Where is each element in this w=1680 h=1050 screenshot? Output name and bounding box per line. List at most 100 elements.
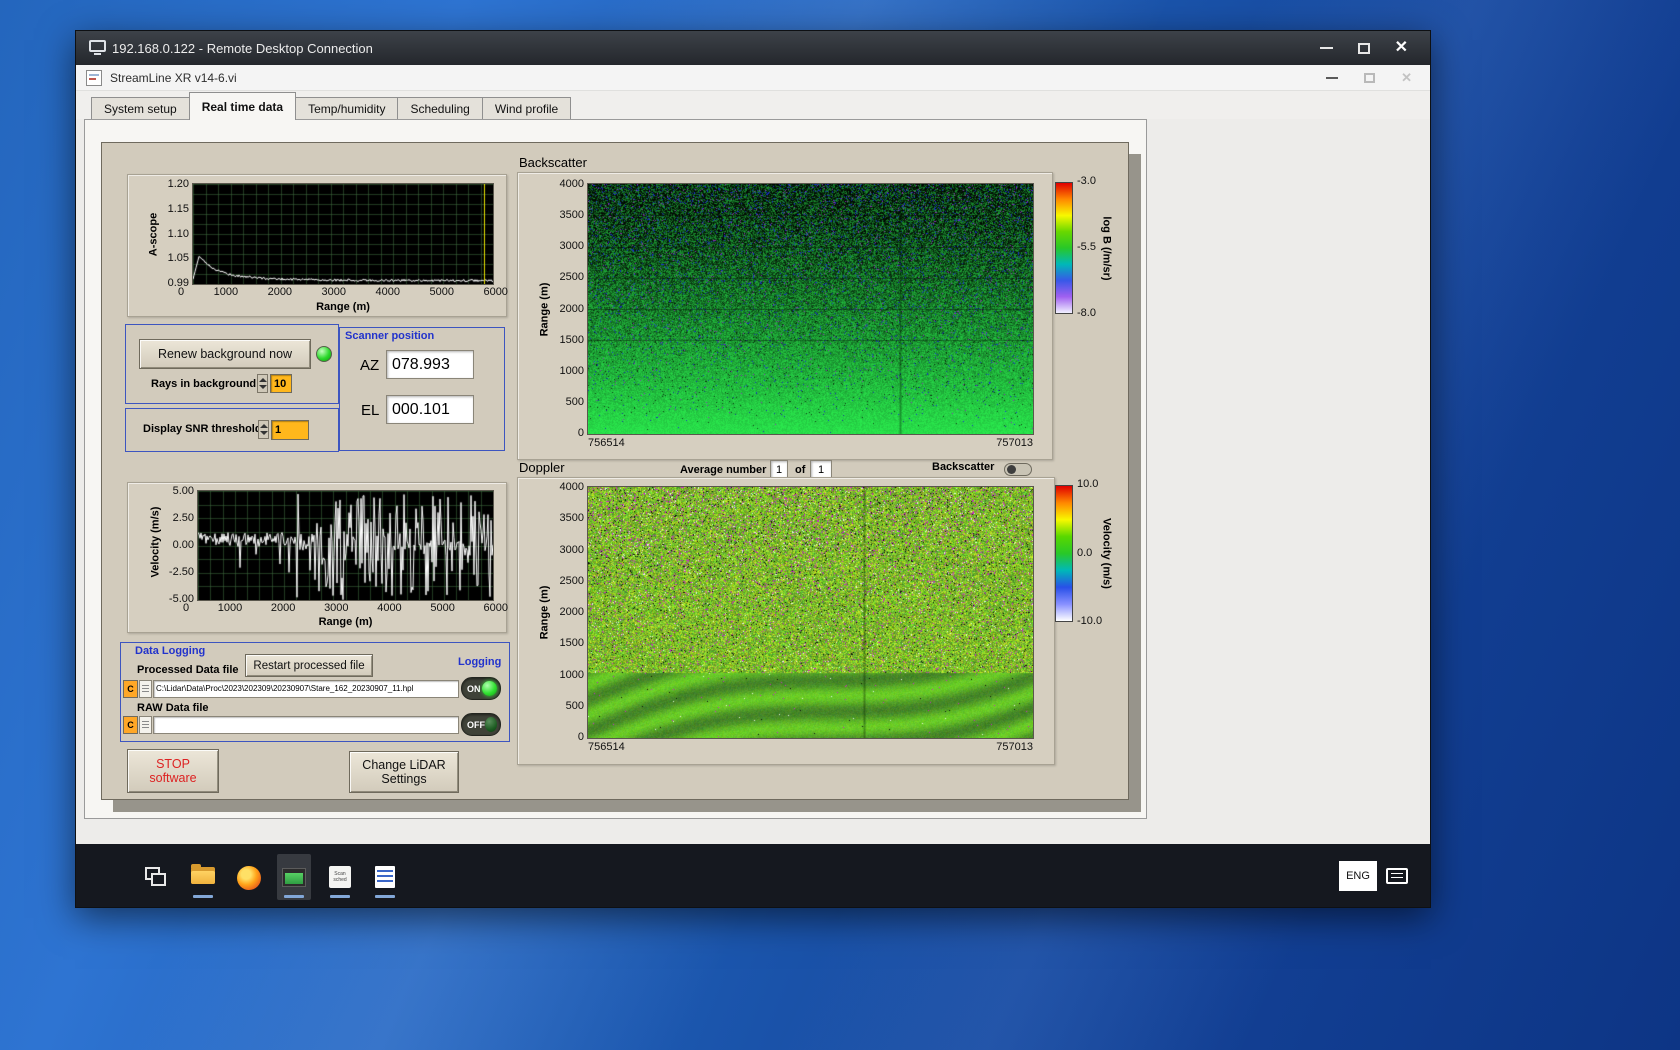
tick-label: 500: [565, 699, 584, 712]
snr-value-field[interactable]: 1: [271, 420, 309, 440]
tab-real-time-data[interactable]: Real time data: [188, 92, 297, 120]
change-button-line2: Settings: [381, 772, 427, 786]
raw-path-browse-icon[interactable]: [139, 716, 152, 734]
tick-label: 2500: [559, 271, 584, 284]
backscatter-plot-area: [587, 183, 1034, 435]
scanner-position-box: Scanner position AZ 078.993 EL 000.101: [339, 327, 505, 451]
tab-wind-profile[interactable]: Wind profile: [481, 97, 572, 119]
task-view-icon[interactable]: [139, 854, 173, 900]
rdp-titlebar[interactable]: 192.168.0.122 - Remote Desktop Connectio…: [76, 31, 1430, 65]
document-glyph: [375, 866, 395, 888]
rays-spinner[interactable]: [257, 374, 268, 393]
elevation-label: EL: [361, 402, 380, 419]
restart-processed-file-button[interactable]: Restart processed file: [245, 654, 373, 677]
tick-label: 4000: [377, 602, 402, 614]
raw-path-field[interactable]: [153, 716, 459, 734]
doppler-plot-area: [587, 486, 1034, 739]
processed-path-browse-icon[interactable]: [139, 680, 152, 698]
tick-label: -3.0: [1077, 175, 1096, 187]
backscatter-colorbar-label: log B (/m/sr): [1100, 216, 1113, 281]
minimize-icon[interactable]: [1319, 47, 1333, 49]
of-label: of: [795, 464, 806, 476]
tick-label: 0: [577, 427, 584, 439]
app-maximize-icon[interactable]: [1364, 73, 1376, 83]
tick-label: -10.0: [1077, 615, 1103, 627]
snr-spinner[interactable]: [258, 420, 269, 439]
firefox-icon[interactable]: [232, 854, 266, 900]
change-button-line1: Change LiDAR: [362, 758, 446, 772]
app-minimize-icon[interactable]: [1326, 77, 1339, 79]
streamline-app-window: StreamLine XR v14-6.vi ✕ System setup Re…: [76, 65, 1430, 907]
tick-label: -5.5: [1077, 241, 1096, 253]
firefox-logo-shape: [237, 866, 261, 890]
rays-in-background-label: Rays in background: [151, 378, 257, 390]
off-switch-knob: [485, 717, 497, 732]
average-number-label: Average number: [680, 464, 767, 476]
processed-drive-letter[interactable]: C: [123, 680, 138, 698]
tab-scheduling[interactable]: Scheduling: [397, 97, 483, 119]
stop-software-button[interactable]: STOP software: [127, 749, 219, 793]
rays-value-field[interactable]: 10: [270, 374, 292, 393]
notification-icon[interactable]: [1386, 868, 1408, 884]
tick-label: 3000: [321, 286, 347, 298]
backscatter-toggle-switch[interactable]: [1004, 463, 1032, 476]
tick-label: 757013: [996, 741, 1033, 753]
processed-path-field[interactable]: C:\Lidar\Data\Proc\2023\202309\20230907\…: [153, 680, 459, 698]
tick-label: 4000: [559, 481, 584, 493]
tab-system-setup[interactable]: System setup: [91, 97, 190, 119]
tick-label: 0: [577, 731, 584, 743]
raw-logging-switch[interactable]: OFF: [461, 713, 501, 736]
azimuth-label: AZ: [360, 357, 380, 374]
tick-label: 3500: [559, 512, 584, 525]
tab-temp-humidity[interactable]: Temp/humidity: [295, 97, 399, 119]
language-indicator[interactable]: ENG: [1339, 861, 1377, 891]
tick-label: 1500: [559, 637, 584, 650]
desktop-background: 192.168.0.122 - Remote Desktop Connectio…: [0, 0, 1680, 1050]
app-caption-buttons: ✕: [1326, 65, 1412, 91]
velocity-graph: Velocity (m/s) 5.00 2.50 0.00 -2.50 -5.00 01…: [127, 482, 508, 633]
backscatter-toggle-label: Backscatter: [932, 461, 995, 473]
maximize-icon[interactable]: [1357, 42, 1370, 54]
tick-label: 3500: [559, 209, 584, 222]
tick-label: 3000: [559, 543, 584, 556]
raw-data-file-label: RAW Data file: [137, 702, 209, 714]
backscatter-y-ticks: 4000 3500 3000 2500 2000 1500 1000 500 0: [538, 179, 584, 439]
tick-label: 6000: [483, 602, 508, 614]
scan-scheduler-icon[interactable]: Scan sched: [323, 854, 357, 900]
close-icon[interactable]: ✕: [1395, 40, 1408, 56]
velocity-x-axis-label: Range (m): [318, 616, 373, 628]
background-controls-box: Renew background now Rays in background …: [125, 324, 339, 404]
data-logging-box: Data Logging Processed Data file Restart…: [120, 642, 510, 742]
raw-drive-letter[interactable]: C: [123, 716, 138, 734]
renew-background-button[interactable]: Renew background now: [139, 339, 311, 369]
task-view-rect-front: [151, 873, 166, 886]
active-app-icon[interactable]: [277, 854, 311, 900]
tick-label: 0.0: [1077, 546, 1093, 559]
ascope-y-ticks: 1.20 1.15 1.10 1.05 0.99: [144, 179, 189, 289]
scan-scheduler-glyph: Scan sched: [329, 866, 351, 888]
open-app-indicator: [330, 895, 350, 898]
tick-label: 2000: [267, 286, 293, 298]
backscatter-x-ticks: 756514 757013: [588, 438, 1033, 449]
folder-front-shape: [191, 871, 215, 884]
velocity-plot-area: [197, 490, 494, 601]
tick-label: 1000: [217, 602, 243, 614]
log-document-icon[interactable]: [368, 854, 402, 900]
tick-label: 1000: [559, 364, 584, 377]
open-app-indicator: [375, 895, 395, 898]
real-time-data-page: A-scope 1.20 1.15 1.10 1.05 0.99 0 1000 2000 30…: [84, 119, 1147, 819]
background-led-indicator: [316, 346, 332, 362]
tick-label: 1000: [213, 286, 239, 298]
change-lidar-settings-button[interactable]: Change LiDAR Settings: [349, 751, 459, 793]
front-panel: A-scope 1.20 1.15 1.10 1.05 0.99 0 1000 2000 30…: [101, 142, 1129, 800]
ascope-x-axis-label: Range (m): [316, 301, 370, 313]
processed-logging-switch[interactable]: ON: [461, 677, 501, 700]
file-explorer-icon[interactable]: [186, 854, 220, 900]
stop-button-line2: software: [149, 771, 197, 785]
app-titlebar[interactable]: StreamLine XR v14-6.vi ✕: [76, 65, 1430, 91]
stop-button-line1: STOP: [156, 757, 190, 771]
rdp-caption-buttons: ✕: [1319, 31, 1408, 65]
app-close-icon[interactable]: ✕: [1401, 70, 1412, 86]
ascope-graph: A-scope 1.20 1.15 1.10 1.05 0.99 0 1000 2000 30…: [127, 174, 508, 317]
doppler-x-ticks: 756514 757013: [588, 742, 1033, 753]
